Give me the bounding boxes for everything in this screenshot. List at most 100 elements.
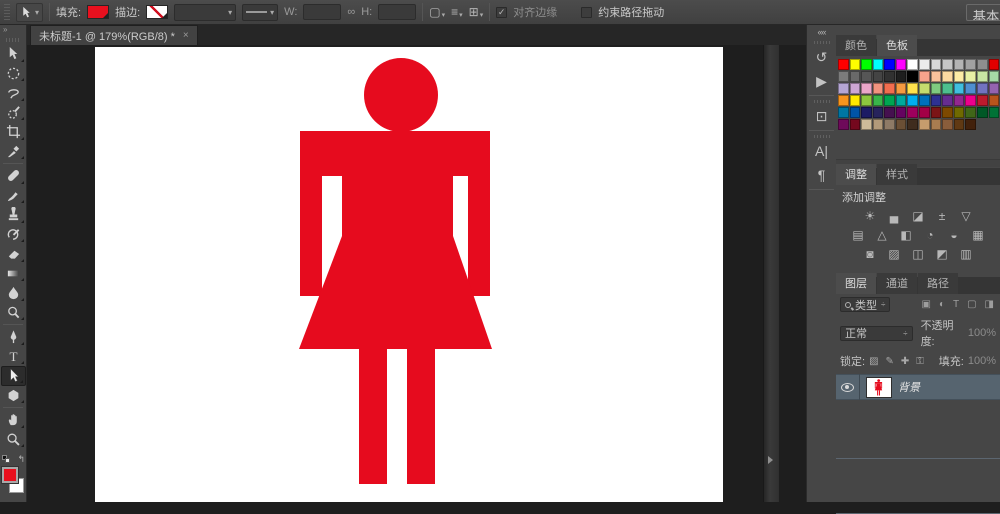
color-swatch[interactable]: [850, 107, 861, 118]
color-swatch[interactable]: [896, 107, 907, 118]
color-swatch[interactable]: [907, 71, 918, 82]
color-swatch[interactable]: [942, 95, 953, 106]
color-swatch[interactable]: [896, 95, 907, 106]
color-swatch[interactable]: [861, 59, 872, 70]
panel-group-grip[interactable]: [814, 100, 830, 103]
color-swatch[interactable]: [919, 71, 930, 82]
color-swatch[interactable]: [884, 59, 895, 70]
color-swatch[interactable]: [931, 107, 942, 118]
color-swatch[interactable]: [850, 83, 861, 94]
vibrance-icon[interactable]: ▽: [958, 209, 975, 224]
pen-tool[interactable]: [1, 327, 26, 347]
color-swatch[interactable]: [896, 83, 907, 94]
gradient-map-icon[interactable]: ▥: [958, 247, 975, 262]
color-swatch[interactable]: [931, 71, 942, 82]
layers-tab-通道[interactable]: 通道: [877, 273, 917, 294]
blur-tool[interactable]: [1, 283, 26, 303]
clone-stamp-tool[interactable]: [1, 205, 26, 225]
layer-thumbnail[interactable]: [866, 377, 892, 398]
color-swatch[interactable]: [919, 83, 930, 94]
color-swatch[interactable]: [919, 59, 930, 70]
document-tab[interactable]: 未标题-1 @ 179%(RGB/8) * ×: [30, 25, 198, 45]
color-swatch[interactable]: [989, 83, 1000, 94]
color-swatch[interactable]: [873, 95, 884, 106]
tools-grip[interactable]: [6, 38, 21, 42]
color-swatch[interactable]: [896, 119, 907, 130]
adjustments-tab-样式[interactable]: 样式: [877, 164, 917, 185]
color-swatch[interactable]: [977, 83, 988, 94]
color-swatch[interactable]: [838, 71, 849, 82]
panel-group-grip[interactable]: [814, 41, 830, 44]
color-swatch[interactable]: [907, 119, 918, 130]
panel-group-grip[interactable]: [814, 135, 830, 138]
lock-paint-icon[interactable]: ✎: [886, 356, 894, 367]
stroke-type-dropdown[interactable]: ▾: [242, 4, 278, 21]
gradient-tool[interactable]: [1, 264, 26, 284]
hand-tool[interactable]: [1, 410, 26, 430]
color-swatch[interactable]: [884, 83, 895, 94]
color-swatch[interactable]: [873, 71, 884, 82]
color-swatch[interactable]: [954, 83, 965, 94]
layer-visibility-toggle[interactable]: [836, 374, 860, 400]
eyedropper-tool[interactable]: [1, 142, 26, 162]
color-swatch[interactable]: [989, 59, 1000, 70]
color-swatch[interactable]: [989, 71, 1000, 82]
document-canvas[interactable]: [95, 47, 723, 502]
filter-adjustment-layers-icon[interactable]: ◐: [939, 299, 945, 310]
color-swatch[interactable]: [907, 107, 918, 118]
color-swatch[interactable]: [861, 119, 872, 130]
color-swatch[interactable]: [977, 71, 988, 82]
color-swatch[interactable]: [931, 83, 942, 94]
path-arrange-icon[interactable]: ⊞▾: [469, 5, 484, 19]
color-balance-icon[interactable]: △: [874, 228, 891, 243]
color-swatch[interactable]: [861, 83, 872, 94]
color-swatch[interactable]: [919, 119, 930, 130]
curves-icon[interactable]: ◪: [910, 209, 927, 224]
default-colors-icon[interactable]: [2, 455, 11, 464]
filter-smart-objects-icon[interactable]: ◨: [985, 299, 994, 310]
color-swatch[interactable]: [907, 59, 918, 70]
properties-panel-icon[interactable]: ⊡: [809, 105, 835, 127]
color-swatch[interactable]: [861, 71, 872, 82]
shape-height-input[interactable]: [378, 4, 416, 20]
marquee-tool[interactable]: [1, 64, 26, 84]
exposure-icon[interactable]: ±: [934, 209, 951, 224]
color-swatch[interactable]: [965, 95, 976, 106]
color-swatch[interactable]: [861, 95, 872, 106]
posterize-icon[interactable]: ▨: [886, 247, 903, 262]
color-swatch[interactable]: [873, 107, 884, 118]
color-swatch[interactable]: [942, 107, 953, 118]
lock-move-icon[interactable]: ✚: [901, 356, 909, 367]
color-swatch[interactable]: [989, 107, 1000, 118]
color-swatch[interactable]: [850, 59, 861, 70]
filter-pixel-layers-icon[interactable]: ▣: [921, 299, 930, 310]
color-swatch[interactable]: [942, 119, 953, 130]
color-swatch[interactable]: [884, 71, 895, 82]
color-swatch[interactable]: [873, 83, 884, 94]
shape-tool[interactable]: [1, 386, 26, 406]
stroke-width-dropdown[interactable]: ▾: [174, 4, 236, 21]
color-lookup-icon[interactable]: ▦: [970, 228, 987, 243]
zoom-tool[interactable]: [1, 430, 26, 450]
color-swatch[interactable]: [931, 95, 942, 106]
color-swatch[interactable]: [850, 71, 861, 82]
color-swatch[interactable]: [942, 83, 953, 94]
foreground-color-swatch[interactable]: [2, 467, 18, 483]
type-tool[interactable]: T: [1, 347, 26, 367]
adjustments-tab-调整[interactable]: 调整: [836, 164, 876, 185]
color-swatch[interactable]: [873, 119, 884, 130]
paragraph-panel-icon[interactable]: ¶: [809, 164, 835, 186]
document-close-icon[interactable]: ×: [183, 30, 189, 41]
workspace-switcher-button[interactable]: 基本: [966, 4, 1000, 21]
hue-saturation-icon[interactable]: ▤: [850, 228, 867, 243]
color-swatch[interactable]: [931, 119, 942, 130]
color-swatch[interactable]: [838, 95, 849, 106]
layer-filter-kind-dropdown[interactable]: 类型 ÷: [840, 297, 890, 312]
photo-filter-icon[interactable]: ◔: [922, 228, 939, 243]
color-swatch[interactable]: [838, 107, 849, 118]
filter-type-layers-icon[interactable]: T: [953, 299, 959, 310]
color-swatch[interactable]: [838, 119, 849, 130]
tools-collapse-icon[interactable]: »: [0, 25, 26, 37]
lasso-tool[interactable]: [1, 83, 26, 103]
color-swatch[interactable]: [919, 95, 930, 106]
